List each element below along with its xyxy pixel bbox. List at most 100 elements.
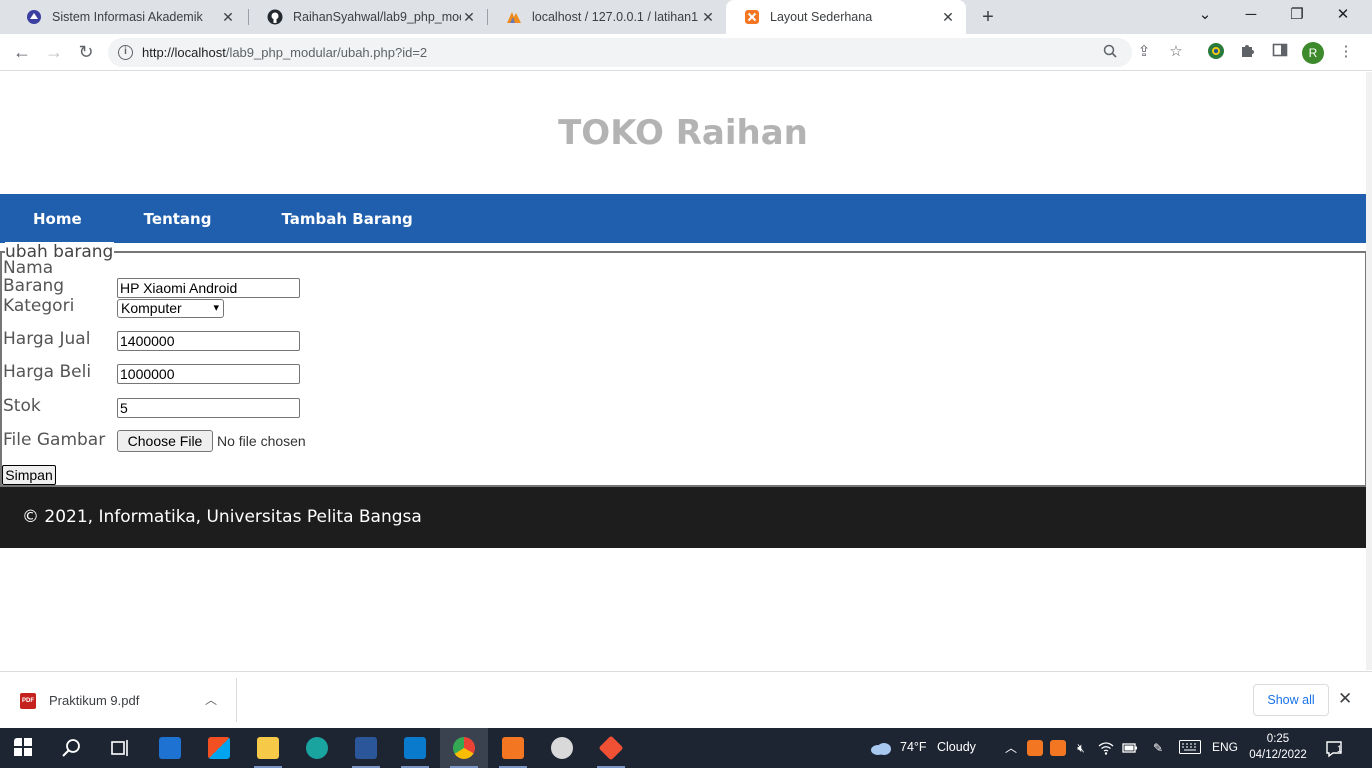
tab-title: Sistem Informasi Akademik	[52, 10, 203, 24]
nav-tambah-barang-link[interactable]: Tambah Barang	[281, 210, 412, 228]
taskbar-mail[interactable]	[146, 728, 194, 768]
window-close-button[interactable]: ✕	[1320, 0, 1366, 34]
task-view-icon	[111, 740, 128, 756]
page-scrollbar[interactable]	[1366, 72, 1372, 670]
nav-home-link[interactable]: Home	[33, 210, 82, 228]
taskbar-app[interactable]	[538, 728, 586, 768]
folder-icon	[257, 737, 279, 759]
extension-globe-icon[interactable]	[1206, 42, 1226, 62]
url-text[interactable]: http://localhost/lab9_php_modular/ubah.p…	[142, 45, 427, 60]
system-clock[interactable]: 0:25 04/12/2022	[1246, 731, 1310, 763]
kategori-selected: Komputer	[121, 300, 182, 316]
restore-button[interactable]: ❐	[1274, 0, 1320, 34]
paint-icon	[551, 737, 573, 759]
simpan-button[interactable]: Simpan	[2, 465, 56, 485]
taskbar-store[interactable]	[195, 728, 243, 768]
speaker-muted-icon[interactable]: 🔇︎	[1073, 740, 1089, 756]
share-icon[interactable]: ⇪	[1134, 42, 1154, 62]
address-bar[interactable]: i http://localhost/lab9_php_modular/ubah…	[108, 38, 1132, 67]
taskbar-git[interactable]	[587, 728, 635, 768]
nama-label-line2: Barang	[3, 276, 65, 296]
back-icon[interactable]: ←	[10, 40, 34, 64]
browser-tab-strip: Sistem Informasi Akademik ✕ RaihanSyahwa…	[0, 0, 1372, 34]
taskbar-vscode[interactable]	[391, 728, 439, 768]
cloud-icon	[869, 740, 893, 756]
zoom-icon[interactable]	[1101, 44, 1119, 62]
tab-sistem-informasi[interactable]: Sistem Informasi Akademik ✕	[8, 0, 246, 34]
notification-icon[interactable]	[1324, 740, 1346, 758]
download-bar: PDF Praktikum 9.pdf ︿ Show all ✕	[0, 671, 1372, 728]
xampp-tray-icon[interactable]	[1050, 740, 1066, 756]
stok-input[interactable]: 5	[117, 398, 300, 418]
choose-file-button[interactable]: Choose File	[117, 430, 213, 452]
stok-label: Stok	[3, 396, 41, 416]
show-all-button[interactable]: Show all	[1253, 684, 1329, 716]
harga-beli-input[interactable]: 1000000	[117, 364, 300, 384]
search-icon	[62, 739, 80, 757]
chevron-down-icon: ▾	[213, 302, 219, 314]
kategori-select[interactable]: Komputer ▾	[117, 299, 224, 318]
close-icon[interactable]: ✕	[940, 9, 956, 25]
harga-beli-label: Harga Beli	[3, 362, 92, 382]
forward-icon[interactable]: →	[42, 40, 66, 64]
close-icon[interactable]: ✕	[700, 9, 716, 25]
keyboard-icon[interactable]	[1178, 740, 1202, 756]
xampp-icon	[502, 737, 524, 759]
tab-github[interactable]: RaihanSyahwal/lab9_php_modula ✕	[249, 0, 487, 34]
start-button[interactable]	[0, 728, 48, 768]
chevron-up-icon[interactable]: ︿	[1003, 740, 1019, 756]
git-icon	[598, 735, 624, 761]
tab-layout-sederhana[interactable]: Layout Sederhana ✕	[726, 0, 966, 34]
chevron-up-icon[interactable]: ︿	[205, 691, 217, 708]
site-header: TOKO Raihan	[0, 72, 1366, 194]
battery-icon[interactable]	[1122, 740, 1138, 756]
weather-text[interactable]: Cloudy	[937, 740, 976, 754]
site-title: TOKO Raihan	[558, 113, 808, 153]
taskbar-chrome[interactable]	[440, 728, 488, 768]
harga-jual-label: Harga Jual	[3, 329, 91, 349]
close-icon[interactable]: ✕	[461, 9, 477, 25]
new-tab-button[interactable]: +	[977, 6, 999, 28]
chrome-icon	[453, 737, 475, 759]
minimize-button[interactable]: ─	[1228, 0, 1274, 34]
search-button[interactable]	[48, 728, 96, 768]
taskbar-word[interactable]	[342, 728, 390, 768]
close-icon[interactable]: ✕	[220, 9, 236, 25]
pen-icon[interactable]: ✎	[1150, 740, 1166, 756]
taskbar-xampp[interactable]	[489, 728, 537, 768]
file-gambar-label: File Gambar	[3, 430, 106, 450]
download-file-name[interactable]: Praktikum 9.pdf	[49, 693, 139, 708]
store-icon	[208, 737, 230, 759]
tab-title: Layout Sederhana	[770, 10, 873, 24]
nav-tentang-link[interactable]: Tentang	[144, 210, 212, 228]
clock-date: 04/12/2022	[1249, 749, 1307, 761]
tab-search-icon[interactable]: ⌄	[1182, 0, 1228, 34]
tab-phpmyadmin[interactable]: localhost / 127.0.0.1 / latihan1 / d ✕	[488, 0, 726, 34]
notification-count: 1	[1337, 744, 1343, 754]
footer-text: © 2021, Informatika, Universitas Pelita …	[22, 507, 422, 527]
harga-jual-input[interactable]: 1400000	[117, 331, 300, 351]
edge-icon	[306, 737, 328, 759]
site-info-icon[interactable]: i	[118, 45, 133, 60]
side-panel-icon[interactable]	[1270, 42, 1290, 62]
nama-barang-input[interactable]: HP Xiaomi Android	[117, 278, 300, 298]
clock-time: 0:25	[1266, 733, 1290, 745]
taskbar-explorer[interactable]	[244, 728, 292, 768]
xampp-icon	[744, 9, 760, 25]
bookmark-star-icon[interactable]: ☆	[1166, 42, 1186, 62]
extensions-puzzle-icon[interactable]	[1238, 42, 1258, 62]
mail-icon	[159, 737, 181, 759]
pdf-file-icon: PDF	[20, 693, 36, 709]
profile-avatar[interactable]: R	[1302, 42, 1324, 64]
task-view-button[interactable]	[96, 728, 144, 768]
wifi-icon[interactable]	[1098, 740, 1114, 756]
weather-temp[interactable]: 74°F	[900, 740, 927, 754]
download-divider	[236, 678, 237, 722]
xampp-tray-icon[interactable]	[1027, 740, 1043, 756]
reload-icon[interactable]: ↻	[74, 40, 98, 64]
menu-kebab-icon[interactable]: ⋮	[1336, 42, 1356, 62]
taskbar-edge[interactable]	[293, 728, 341, 768]
close-icon[interactable]: ✕	[1338, 689, 1352, 709]
kategori-label: Kategori	[3, 296, 75, 316]
language-indicator[interactable]: ENG	[1212, 740, 1238, 754]
